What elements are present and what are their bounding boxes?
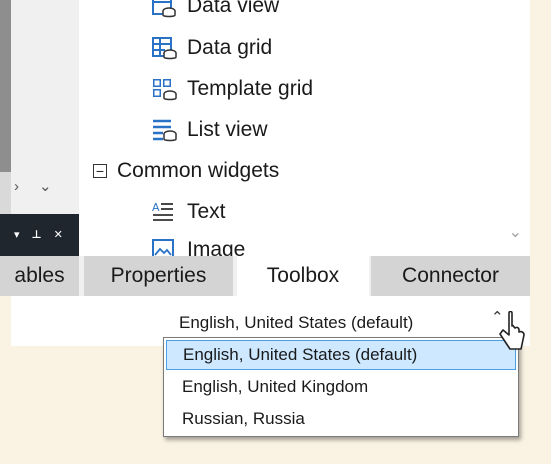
panel-tab-bar: ables Properties Toolbox Connector (0, 256, 530, 296)
data-view-icon (152, 0, 176, 18)
toolbox-group-common-widgets[interactable]: − Common widgets (93, 159, 279, 183)
toolbox-item-image[interactable]: Image (151, 238, 245, 256)
toolbox-item-label: Data view (187, 0, 280, 17)
language-select[interactable]: English, United States (default) (179, 313, 413, 333)
nav-next-icon[interactable]: › (14, 178, 39, 195)
mouse-pointer-icon (499, 311, 525, 350)
data-grid-icon (152, 37, 177, 60)
tab-properties[interactable]: Properties (84, 256, 233, 296)
language-option[interactable]: English, United Kingdom (166, 372, 516, 402)
toolbox-item-label: Data grid (187, 36, 273, 59)
pane-title-bar: ▾ ⊥ ✕ (0, 214, 79, 256)
template-grid-icon (153, 79, 177, 101)
toolbox-tree: Data view Data grid Template grid List v… (79, 0, 530, 256)
toolbox-item-list-view[interactable]: List view (151, 118, 268, 142)
svg-text:A: A (152, 201, 160, 214)
toolbox-item-label: List view (187, 118, 268, 141)
pane-menu-icon[interactable]: ▾ (14, 229, 20, 241)
list-view-icon (153, 119, 177, 142)
toolbox-item-template-grid[interactable]: Template grid (151, 77, 313, 101)
toolbox-item-data-grid[interactable]: Data grid (151, 36, 272, 60)
pane-pin-icon[interactable]: ⊥ (32, 229, 42, 241)
nav-down-icon[interactable]: ⌄ (39, 177, 72, 195)
language-dropdown: English, United States (default) English… (163, 337, 519, 437)
tab-connector[interactable]: Connector (371, 256, 530, 296)
toolbox-item-data-view[interactable]: Data view (151, 0, 279, 18)
toolbox-group-label: Common widgets (117, 159, 280, 182)
toolbox-item-label: Text (187, 200, 226, 223)
left-panel-content-strip (0, 0, 11, 172)
toolbox-item-text[interactable]: A Text (151, 200, 226, 224)
scroll-down-icon[interactable]: ⌄ (509, 222, 522, 242)
left-panel-nav: ›⌄ (14, 177, 72, 195)
tab-toolbox[interactable]: Toolbox (237, 256, 369, 296)
language-option[interactable]: Russian, Russia (166, 404, 516, 434)
text-widget-icon: A (152, 201, 173, 221)
language-option[interactable]: English, United States (default) (166, 340, 516, 370)
image-widget-icon (152, 239, 174, 256)
left-panel-separator (0, 172, 11, 214)
pane-close-icon[interactable]: ✕ (54, 229, 63, 241)
collapse-toggle-icon[interactable]: − (93, 164, 107, 178)
toolbox-item-label: Template grid (187, 77, 314, 100)
toolbox-item-label: Image (187, 238, 246, 256)
tab-variables[interactable]: ables (0, 256, 79, 296)
